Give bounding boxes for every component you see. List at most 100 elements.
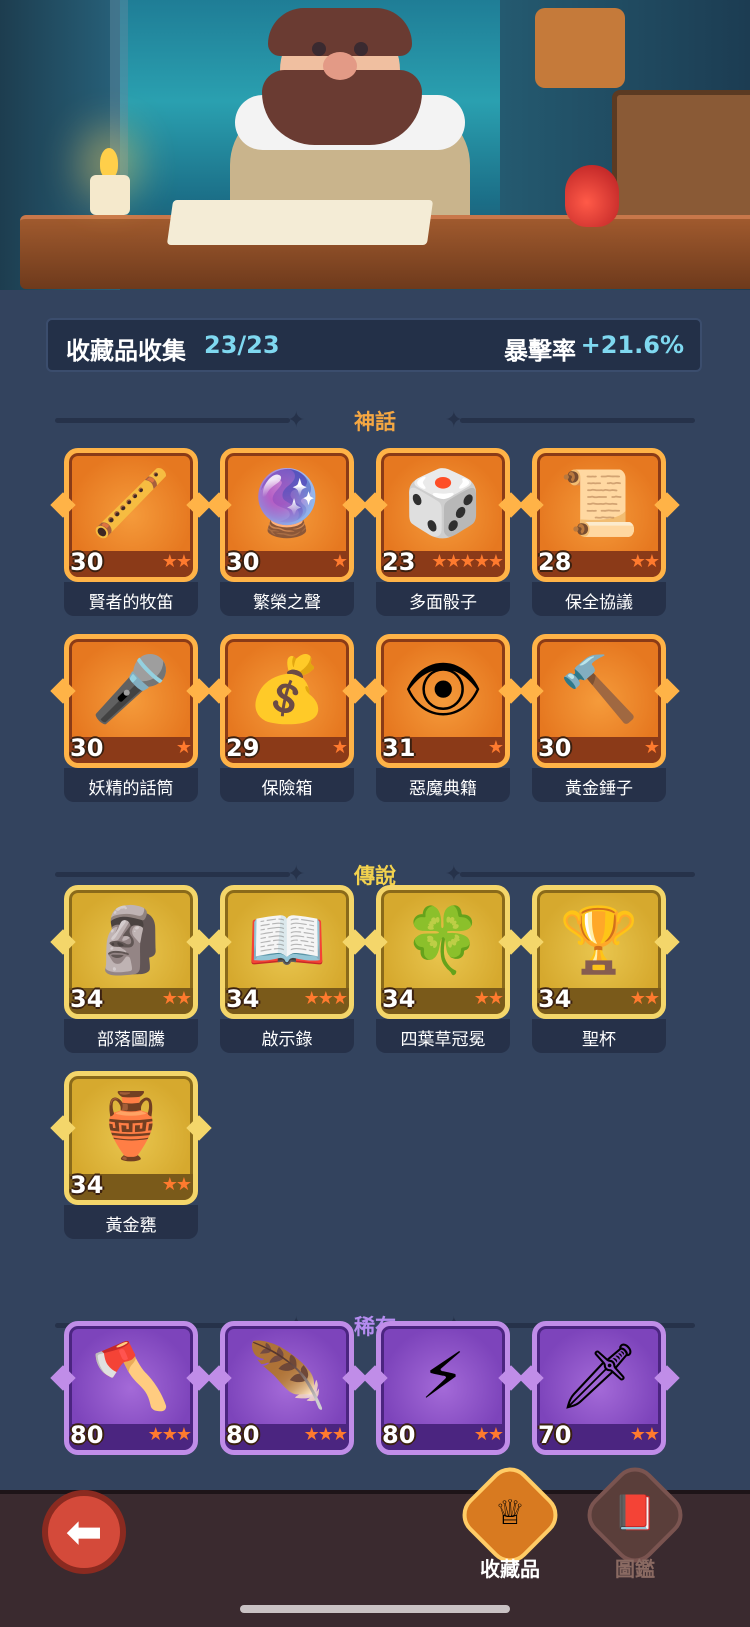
potion-icon xyxy=(565,165,619,227)
card-level: 31 xyxy=(382,734,416,762)
collection-label: 收藏品收集 xyxy=(66,337,186,365)
dwarf-hair xyxy=(268,8,412,56)
candle-icon xyxy=(90,175,130,215)
collection-summary-panel: 收藏品收集 23/23 暴擊率 +21.6% xyxy=(46,318,702,372)
card-name: 繁榮之聲 xyxy=(253,593,321,613)
tab-codex-label: 圖鑑 xyxy=(615,1557,655,1581)
collectible-card[interactable]: ⚡ 80 ★★ xyxy=(362,1321,524,1491)
card-stars: ★★★ xyxy=(303,988,348,1009)
collectible-card[interactable]: 🍀 34 ★★ 四葉草冠冕 xyxy=(362,885,524,1055)
collection-count: 23/23 xyxy=(204,331,280,359)
tab-collection[interactable]: ♕ 收藏品 xyxy=(453,1458,567,1585)
card-level: 30 xyxy=(70,734,104,762)
card-name: 啟示錄 xyxy=(261,1030,313,1050)
collectible-card[interactable]: 🪓 80 ★★★ xyxy=(50,1321,212,1491)
card-stars: ★★ xyxy=(629,551,660,572)
card-level: 30 xyxy=(538,734,572,762)
crit-rate-label: 暴擊率 xyxy=(504,337,576,365)
hammer-icon: 🔨 xyxy=(559,653,639,727)
card-name: 部落圖騰 xyxy=(97,1030,165,1050)
card-stars: ★★ xyxy=(629,988,660,1009)
card-stars: ★★ xyxy=(161,988,192,1009)
shopkeeper-scene xyxy=(0,0,750,290)
axe-icon: 🪓 xyxy=(91,1340,171,1414)
divider-line xyxy=(460,872,695,877)
card-stars: ★ xyxy=(643,737,660,758)
lightning-card-icon: ⚡ xyxy=(420,1340,466,1414)
card-name: 賢者的牧笛 xyxy=(88,593,174,613)
card-level: 23 xyxy=(382,548,416,576)
dagger-icon: 🗡 xyxy=(558,1340,640,1414)
card-name: 黃金錘子 xyxy=(565,779,633,799)
card-stars: ★★ xyxy=(161,551,192,572)
chalice-icon: 🏆 xyxy=(559,904,639,978)
feather-icon: 🪶 xyxy=(247,1340,327,1414)
dice-icon: 🎲 xyxy=(403,467,483,541)
card-level: 30 xyxy=(70,548,104,576)
book-icon: 📖 xyxy=(247,904,327,978)
dwarf-beard xyxy=(262,70,422,145)
flute-icon: 🪈 xyxy=(91,467,171,541)
candle-flame-icon xyxy=(100,148,118,178)
orb-icon: 🔮 xyxy=(247,467,327,541)
divider-line xyxy=(460,418,695,423)
collectible-card[interactable]: 💰 29 ★ 保險箱 xyxy=(206,634,368,804)
card-level: 70 xyxy=(538,1421,572,1449)
card-stars: ★★★ xyxy=(303,1424,348,1445)
dwarf-nose xyxy=(323,52,357,80)
collectible-card[interactable]: 🎤 30 ★ 妖精的話筒 xyxy=(50,634,212,804)
card-level: 29 xyxy=(226,734,260,762)
collectible-card[interactable]: 🪈 30 ★★ 賢者的牧笛 xyxy=(50,448,212,618)
collectible-card[interactable]: 🏆 34 ★★ 聖杯 xyxy=(518,885,680,1055)
card-level: 34 xyxy=(70,985,104,1013)
card-stars: ★★★★★ xyxy=(431,551,504,572)
card-name: 妖精的話筒 xyxy=(88,779,174,799)
card-level: 34 xyxy=(226,985,260,1013)
collectible-card[interactable]: 👁 31 ★ 惡魔典籍 xyxy=(362,634,524,804)
card-name: 黃金甕 xyxy=(105,1216,157,1236)
card-name: 四葉草冠冕 xyxy=(400,1030,486,1050)
card-stars: ★★★ xyxy=(147,1424,192,1445)
section-header-mythic: ✦ 神話 ✦ xyxy=(55,400,695,440)
collectible-card[interactable]: 📖 34 ★★★ 啟示錄 xyxy=(206,885,368,1055)
collectible-card[interactable]: 🪶 80 ★★★ xyxy=(206,1321,368,1491)
card-level: 80 xyxy=(70,1421,104,1449)
card-stars: ★ xyxy=(487,737,504,758)
dwarf-eye xyxy=(354,42,368,56)
totem-icon: 🗿 xyxy=(91,904,171,978)
card-level: 34 xyxy=(538,985,572,1013)
dwarf-eye xyxy=(312,42,326,56)
card-level: 28 xyxy=(538,548,572,576)
card-stars: ★★ xyxy=(473,988,504,1009)
collectible-card[interactable]: 🎲 23 ★★★★★ 多面骰子 xyxy=(362,448,524,618)
collectible-card[interactable]: 🔨 30 ★ 黃金錘子 xyxy=(518,634,680,804)
card-name: 保全協議 xyxy=(565,593,633,613)
eye-tome-icon: 👁 xyxy=(402,653,484,727)
microphone-icon: 🎤 xyxy=(91,653,171,727)
collectible-card[interactable]: 🏺 34 ★★ 黃金甕 xyxy=(50,1071,212,1241)
card-stars: ★★ xyxy=(161,1174,192,1195)
card-stars: ★ xyxy=(331,737,348,758)
card-level: 80 xyxy=(226,1421,260,1449)
tab-codex[interactable]: 📕 圖鑑 xyxy=(578,1458,692,1585)
card-level: 34 xyxy=(382,985,416,1013)
home-indicator xyxy=(240,1605,510,1613)
crit-rate-value: +21.6% xyxy=(580,331,684,359)
golden-urn-icon: 🏺 xyxy=(91,1090,171,1164)
tab-collection-label: 收藏品 xyxy=(480,1557,540,1581)
card-stars: ★★ xyxy=(629,1424,660,1445)
collectible-card[interactable]: 📜 28 ★★ 保全協議 xyxy=(518,448,680,618)
scroll-icon: 📜 xyxy=(559,467,639,541)
collectible-card[interactable]: 🗿 34 ★★ 部落圖騰 xyxy=(50,885,212,1055)
card-name: 聖杯 xyxy=(582,1030,616,1050)
codex-book-icon: 📕 xyxy=(613,1493,657,1533)
card-level: 80 xyxy=(382,1421,416,1449)
treasure-map-icon xyxy=(166,200,434,245)
back-button[interactable]: ⬅ xyxy=(42,1490,126,1574)
harp-icon: ♕ xyxy=(494,1493,526,1533)
collectible-card[interactable]: 🔮 30 ★ 繁榮之聲 xyxy=(206,448,368,618)
collectible-card[interactable]: 🗡 70 ★★ xyxy=(518,1321,680,1491)
treasure-chest-icon: 💰 xyxy=(247,653,327,727)
card-name: 保險箱 xyxy=(261,779,313,799)
card-stars: ★★ xyxy=(473,1424,504,1445)
